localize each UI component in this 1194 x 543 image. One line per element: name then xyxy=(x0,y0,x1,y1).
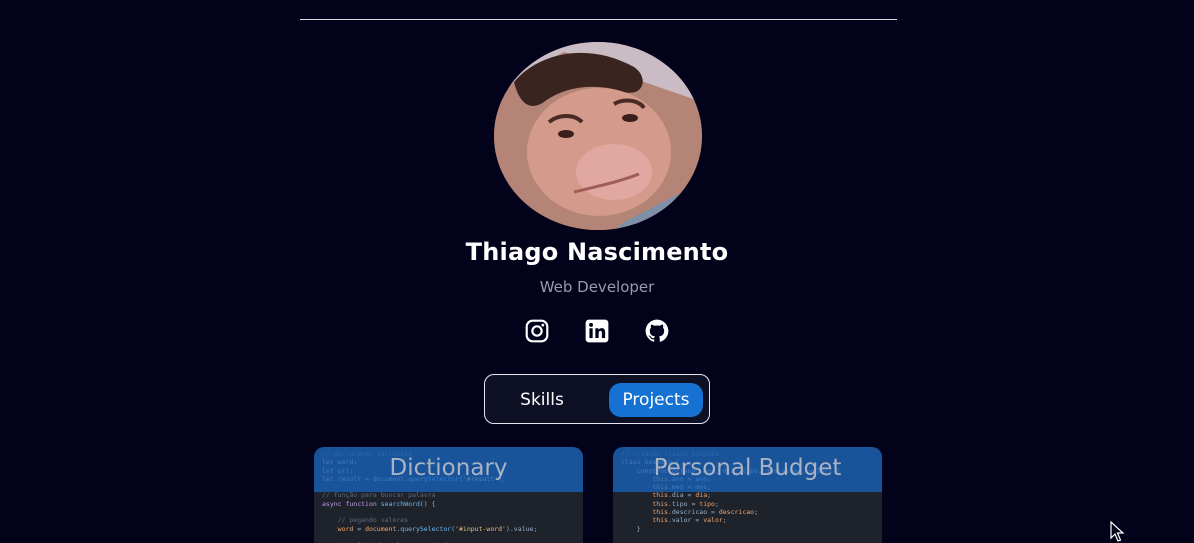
project-title: Dictionary xyxy=(389,455,508,481)
github-icon xyxy=(645,319,669,342)
github-link[interactable] xyxy=(642,316,672,346)
linkedin-link[interactable] xyxy=(582,316,612,346)
section-toggle: Skills Projects xyxy=(484,374,710,424)
project-card-personal-budget[interactable]: // criando classe Despesa class Despesa … xyxy=(613,447,882,543)
profile-photo xyxy=(494,42,702,230)
profile-name: Thiago Nascimento xyxy=(465,238,729,266)
tab-projects[interactable]: Projects xyxy=(609,383,703,417)
project-card-dictionary[interactable]: // declarando variaveis let word; let ur… xyxy=(314,447,583,543)
instagram-link[interactable] xyxy=(522,316,552,346)
top-divider xyxy=(300,19,897,20)
social-links xyxy=(520,316,680,346)
linkedin-icon xyxy=(585,319,609,343)
portfolio-page: Thiago Nascimento Web Developer Skills P… xyxy=(0,0,1194,543)
project-title: Personal Budget xyxy=(653,455,842,481)
avatar xyxy=(494,42,702,230)
mouse-cursor-icon xyxy=(1110,521,1124,542)
instagram-icon xyxy=(525,319,549,343)
tab-skills[interactable]: Skills xyxy=(503,383,581,417)
profile-role: Web Developer xyxy=(539,278,655,296)
